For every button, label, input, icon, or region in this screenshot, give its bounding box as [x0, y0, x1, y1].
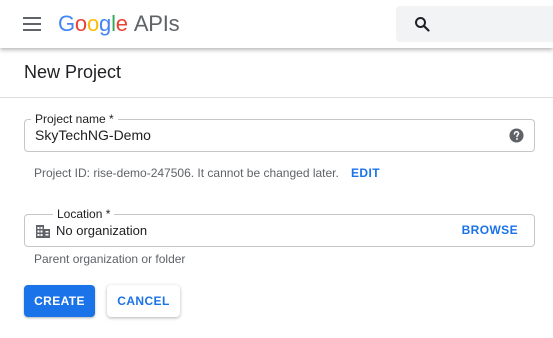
search-input[interactable] [438, 15, 552, 33]
google-apis-logo[interactable]: Go o g l e APIs [58, 10, 180, 38]
logo-letter: o [86, 11, 100, 36]
location-field[interactable]: Location * No organization BROWSE [24, 207, 535, 247]
logo-letter: o [74, 11, 87, 36]
search-bar[interactable] [396, 6, 553, 42]
browse-button[interactable]: BROWSE [462, 223, 518, 237]
search-icon[interactable] [414, 16, 430, 32]
logo-letter: e [115, 11, 128, 36]
logo-letter: G [58, 11, 75, 36]
organization-icon [36, 225, 50, 238]
page-title: New Project [24, 62, 122, 82]
edit-project-id-button[interactable]: EDIT [351, 166, 380, 180]
cancel-button[interactable]: CANCEL [107, 285, 180, 317]
location-label: Location * [53, 207, 115, 221]
project-name-label: Project name * [31, 112, 118, 126]
project-id-hint: Project ID: rise-demo-247506. It cannot … [34, 166, 339, 180]
project-name-input[interactable] [35, 127, 495, 143]
help-icon[interactable] [509, 128, 524, 143]
main-menu-button[interactable] [16, 8, 48, 40]
location-hint: Parent organization or folder [34, 252, 186, 266]
project-name-field[interactable]: Project name * [24, 112, 535, 152]
logo-letter: g [99, 11, 112, 36]
menu-icon [23, 17, 41, 31]
create-button[interactable]: CREATE [24, 285, 95, 317]
app-header: Go o g l e APIs [0, 0, 553, 48]
logo-product-name: APIs [133, 11, 180, 36]
location-value: No organization [56, 223, 148, 238]
